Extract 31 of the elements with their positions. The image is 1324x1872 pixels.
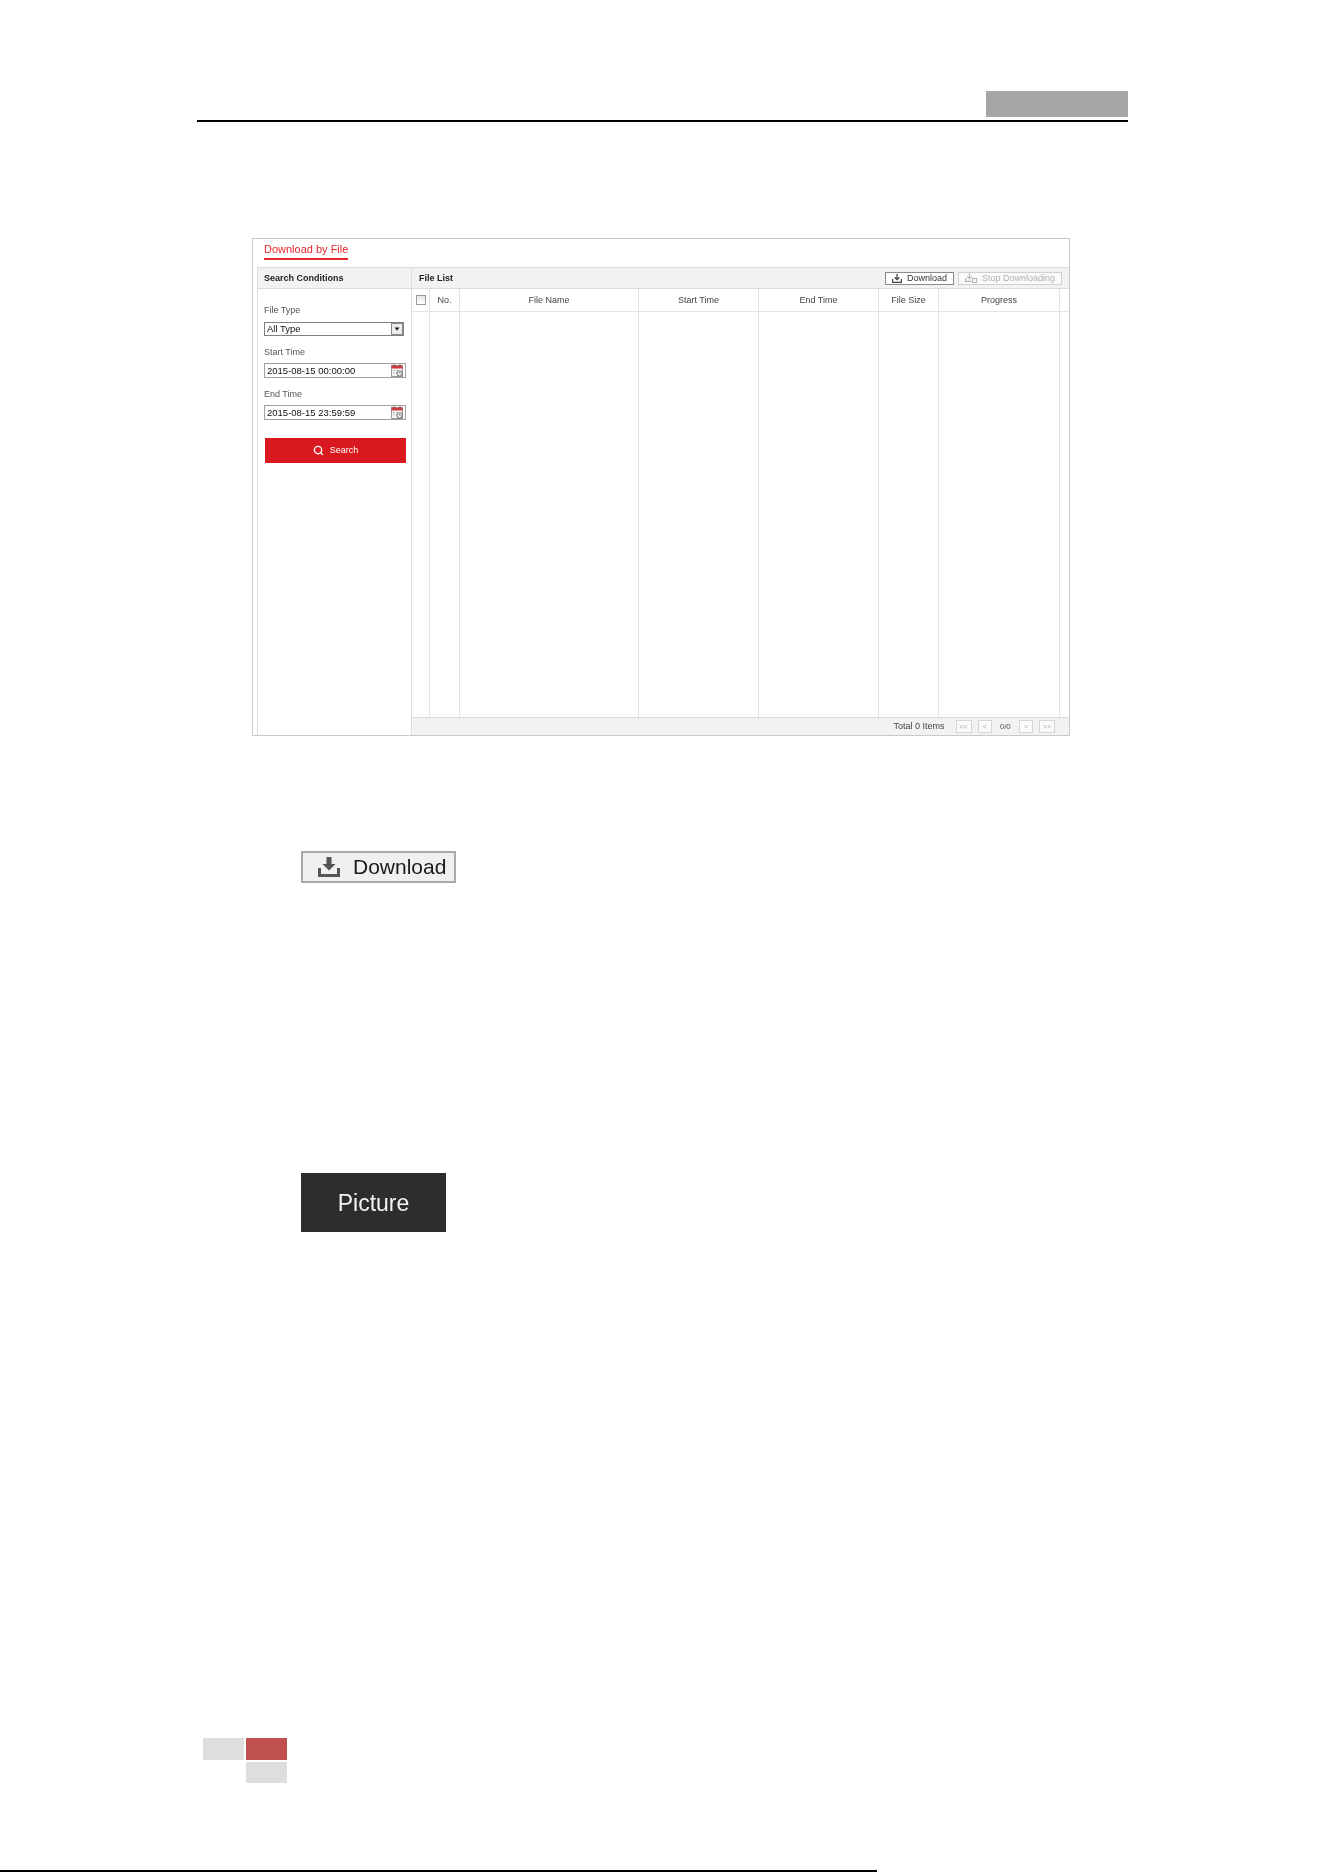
column-header: Start Time (639, 289, 758, 312)
download-tray-icon (964, 273, 977, 283)
date-time-field[interactable]: 2015-08-15 23:59:59 (264, 405, 406, 420)
section-title: File List (419, 272, 453, 284)
total-items-text: Total 0 Items (893, 721, 945, 732)
section-title: Search Conditions (264, 272, 344, 284)
download-icon (318, 857, 340, 877)
checkbox[interactable] (415, 295, 426, 305)
calendar-icon (391, 406, 403, 419)
select-field[interactable]: All Type (264, 322, 404, 336)
calendar-icon (391, 364, 403, 377)
field-label: End Time (264, 389, 303, 400)
toolbar-button[interactable]: Download (884, 271, 954, 285)
column-header: Progress (939, 289, 1059, 312)
page-tile (246, 1762, 287, 1783)
column-header: File Size (879, 289, 938, 312)
tab[interactable]: Download by File (264, 243, 349, 260)
date-time-field[interactable]: 2015-08-15 00:00:00 (264, 363, 406, 378)
search-icon (312, 445, 324, 456)
field-label: Start Time (264, 347, 305, 358)
search-button[interactable]: Search (265, 438, 406, 463)
picture-button[interactable]: Picture (301, 1173, 446, 1232)
column-header: File Name (460, 289, 638, 312)
page-tile (203, 1738, 244, 1760)
download-icon (891, 273, 902, 283)
download-button[interactable]: Download (301, 851, 456, 883)
page-counter: 0/0 (998, 721, 1012, 732)
column-header: No. (430, 289, 459, 312)
field-label: File Type (264, 305, 301, 316)
page-tile (246, 1738, 287, 1760)
column-header: End Time (759, 289, 878, 312)
